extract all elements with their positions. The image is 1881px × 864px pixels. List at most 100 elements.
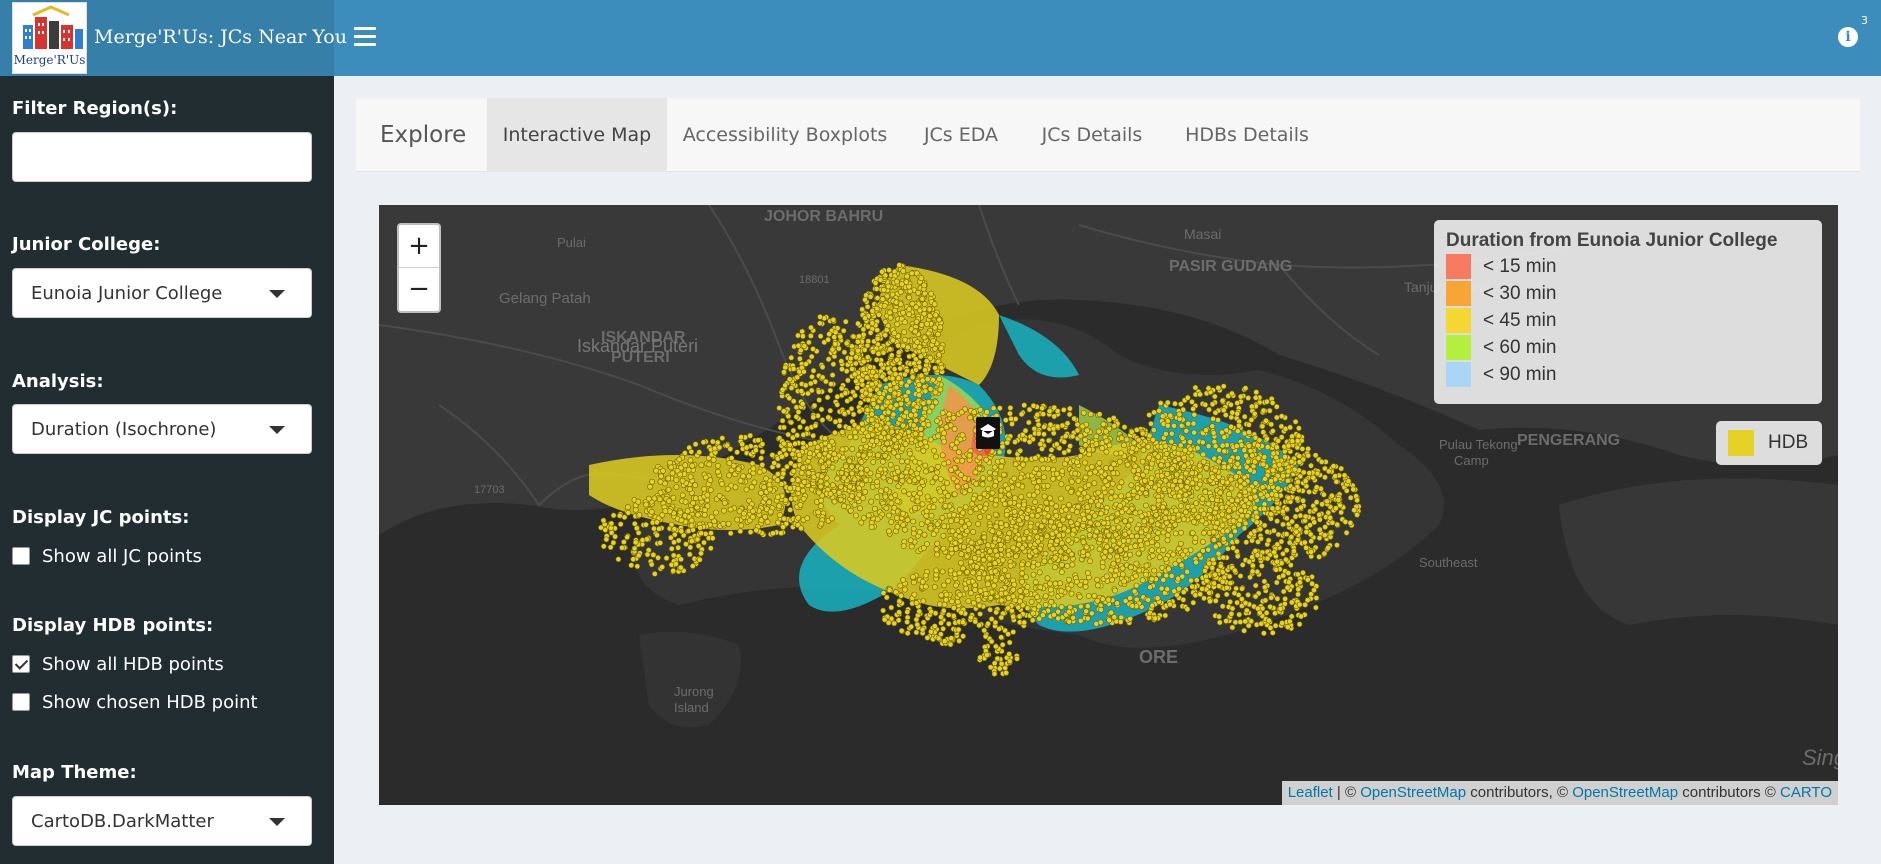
hdb-point[interactable] <box>1236 521 1242 528</box>
hdb-point[interactable] <box>1221 464 1227 471</box>
hdb-point[interactable] <box>919 377 926 384</box>
hdb-point[interactable] <box>1152 615 1159 622</box>
hdb-point[interactable] <box>781 369 787 375</box>
hdb-point[interactable] <box>1187 438 1193 445</box>
hdb-point[interactable] <box>942 502 949 509</box>
hdb-point[interactable] <box>688 448 695 455</box>
hdb-point[interactable] <box>1095 428 1102 435</box>
hdb-point[interactable] <box>892 475 899 482</box>
hdb-point[interactable] <box>949 528 956 535</box>
hdb-point[interactable] <box>660 467 666 474</box>
hdb-point[interactable] <box>800 440 806 447</box>
hdb-point[interactable] <box>1149 547 1155 554</box>
hdb-point[interactable] <box>1067 443 1073 449</box>
hdb-point[interactable] <box>923 468 929 475</box>
hdb-point[interactable] <box>769 452 776 458</box>
hdb-point[interactable] <box>1059 569 1065 575</box>
hdb-point[interactable] <box>887 478 893 485</box>
hdb-point[interactable] <box>1296 459 1303 465</box>
hdb-point[interactable] <box>906 294 913 301</box>
hdb-point[interactable] <box>916 529 923 535</box>
hdb-point[interactable] <box>1180 589 1187 595</box>
hdb-point[interactable] <box>933 546 940 553</box>
hdb-point[interactable] <box>1084 551 1091 558</box>
hdb-point[interactable] <box>1311 519 1318 526</box>
hdb-point[interactable] <box>828 515 835 522</box>
hdb-point[interactable] <box>910 518 917 525</box>
hdb-point[interactable] <box>966 452 973 459</box>
hdb-point[interactable] <box>1142 477 1148 484</box>
hdb-point[interactable] <box>758 455 764 462</box>
hdb-point[interactable] <box>616 512 623 519</box>
hdb-point[interactable] <box>759 441 766 448</box>
hdb-point[interactable] <box>795 477 801 484</box>
hdb-point[interactable] <box>864 374 870 381</box>
hdb-point[interactable] <box>1082 459 1088 466</box>
hdb-point[interactable] <box>1172 530 1179 537</box>
hdb-point[interactable] <box>808 324 814 331</box>
hdb-point[interactable] <box>1106 416 1113 423</box>
hdb-point[interactable] <box>826 331 833 338</box>
hdb-point[interactable] <box>776 405 783 411</box>
hdb-point[interactable] <box>1058 604 1065 610</box>
hdb-point[interactable] <box>851 371 858 378</box>
hdb-point[interactable] <box>886 267 892 273</box>
hdb-point[interactable] <box>1032 455 1039 461</box>
hdb-point[interactable] <box>1189 480 1196 487</box>
hdb-point[interactable] <box>1193 577 1200 583</box>
hdb-point[interactable] <box>1297 473 1304 480</box>
hdb-point[interactable] <box>880 474 887 481</box>
hdb-point[interactable] <box>1108 609 1115 616</box>
hdb-point[interactable] <box>1181 454 1187 461</box>
hdb-point[interactable] <box>628 562 635 569</box>
hdb-point[interactable] <box>732 484 739 491</box>
hdb-point[interactable] <box>1025 561 1031 568</box>
hdb-point[interactable] <box>1133 582 1140 589</box>
hdb-point[interactable] <box>884 399 891 406</box>
hdb-point[interactable] <box>849 350 855 357</box>
hdb-point[interactable] <box>919 479 925 485</box>
hdb-point[interactable] <box>625 509 632 516</box>
hdb-point[interactable] <box>1212 443 1219 449</box>
hdb-point[interactable] <box>1275 485 1281 492</box>
hdb-point[interactable] <box>1264 492 1271 499</box>
hdb-point[interactable] <box>1206 560 1212 567</box>
hdb-point[interactable] <box>961 489 968 496</box>
hdb-point[interactable] <box>1253 389 1260 396</box>
hdb-point[interactable] <box>917 490 923 497</box>
hdb-point[interactable] <box>860 437 867 443</box>
hdb-point[interactable] <box>922 405 929 412</box>
hdb-point[interactable] <box>1172 521 1178 528</box>
hdb-point[interactable] <box>1215 417 1221 423</box>
hdb-point[interactable] <box>671 539 677 546</box>
hdb-point[interactable] <box>790 427 797 434</box>
hdb-point[interactable] <box>1308 462 1314 469</box>
hdb-point[interactable] <box>651 525 657 532</box>
hdb-point[interactable] <box>977 406 984 413</box>
hdb-point[interactable] <box>1219 442 1226 449</box>
hdb-point[interactable] <box>1182 547 1189 554</box>
hdb-point[interactable] <box>1093 441 1100 447</box>
hdb-point[interactable] <box>850 333 857 340</box>
hdb-point[interactable] <box>1159 413 1166 420</box>
hdb-point[interactable] <box>1351 507 1358 513</box>
hdb-point[interactable] <box>1130 488 1137 495</box>
hdb-point[interactable] <box>922 367 928 373</box>
hdb-point[interactable] <box>1062 555 1069 561</box>
hdb-point[interactable] <box>1038 523 1045 530</box>
hdb-point[interactable] <box>1280 521 1286 528</box>
hdb-point[interactable] <box>1036 478 1042 485</box>
hdb-point[interactable] <box>840 454 846 461</box>
hdb-point[interactable] <box>981 534 988 541</box>
hdb-point[interactable] <box>937 386 944 393</box>
hdb-point[interactable] <box>1288 458 1295 465</box>
hdb-point[interactable] <box>610 512 617 519</box>
hdb-point[interactable] <box>1184 484 1190 491</box>
hdb-point[interactable] <box>1173 507 1179 514</box>
hdb-point[interactable] <box>900 422 907 429</box>
hdb-point[interactable] <box>941 430 947 436</box>
hdb-point[interactable] <box>874 295 881 301</box>
hdb-point[interactable] <box>1041 558 1048 565</box>
hdb-point[interactable] <box>1325 468 1332 475</box>
hdb-point[interactable] <box>708 530 714 536</box>
